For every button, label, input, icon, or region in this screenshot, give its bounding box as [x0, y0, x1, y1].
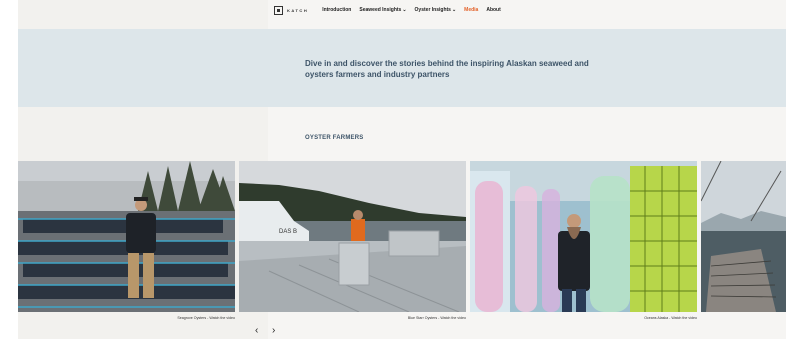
hero-intro-text: Dive in and discover the stories behind …: [305, 59, 589, 79]
logo[interactable]: KATCH: [274, 5, 309, 15]
nav-item-media[interactable]: Media: [464, 7, 478, 13]
nav-item-introduction[interactable]: Introduction: [322, 7, 351, 13]
video-card-oceans-alaska[interactable]: [470, 161, 697, 312]
nav-item-oyster-insights[interactable]: Oyster Insights⌄: [415, 7, 457, 13]
nav-item-label: Oyster Insights: [414, 7, 451, 13]
video-card-blue-starr[interactable]: DAS B: [239, 161, 466, 312]
chevron-down-icon: ⌄: [402, 7, 407, 13]
nav-item-seaweed-insights[interactable]: Seaweed Insights⌄: [359, 7, 406, 13]
video-thumbnail: [18, 161, 235, 312]
chevron-left-icon[interactable]: ‹: [255, 326, 258, 336]
video-caption[interactable]: Blue Starr Oysters - Watch the video: [345, 316, 466, 320]
video-thumbnail: [470, 161, 697, 312]
left-hero-band: [18, 29, 268, 107]
nav-item-label: Seaweed Insights: [359, 7, 402, 13]
nav-item-label: About: [486, 7, 501, 13]
top-navigation: KATCH Introduction Seaweed Insights⌄ Oys…: [270, 0, 786, 20]
nav-item-about[interactable]: About: [486, 7, 500, 13]
video-caption[interactable]: Oceans Alaska - Watch the video: [576, 316, 697, 320]
nav-item-label: Introduction: [322, 7, 352, 13]
chevron-down-icon: ⌄: [451, 7, 457, 13]
video-thumbnail: DAS B: [239, 161, 466, 312]
video-thumbnail: [701, 161, 786, 312]
video-card-seagrove[interactable]: [18, 161, 235, 312]
video-card-partial[interactable]: [701, 161, 786, 312]
video-caption[interactable]: Seagrove Oysters - Watch the video: [120, 316, 235, 320]
chevron-right-icon[interactable]: ›: [272, 326, 275, 336]
logo-icon: [274, 5, 283, 15]
section-title: OYSTER FARMERS: [305, 135, 364, 141]
nav-item-label: Media: [464, 7, 479, 13]
logo-text: KATCH: [287, 7, 309, 13]
svg-text:DAS B: DAS B: [279, 229, 297, 235]
